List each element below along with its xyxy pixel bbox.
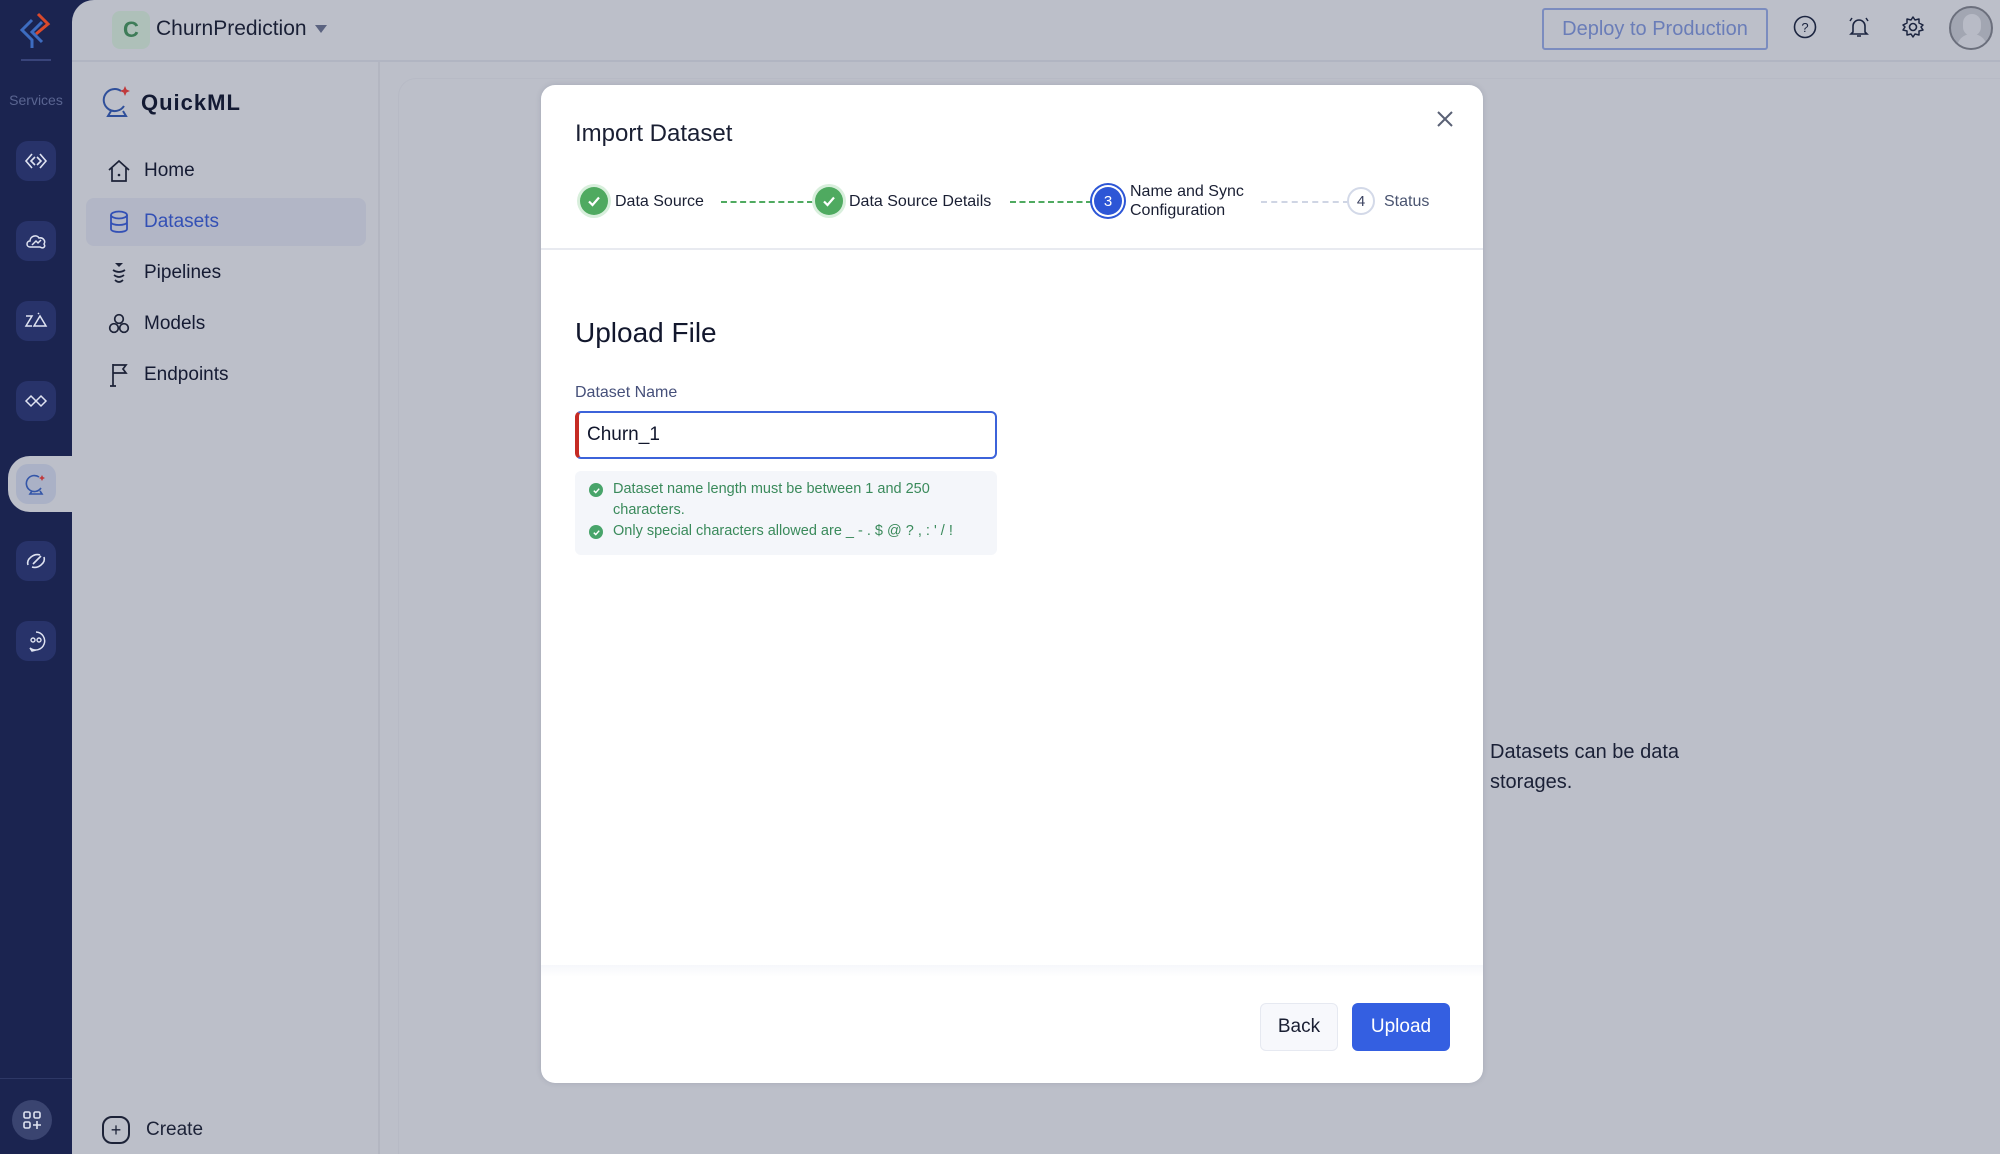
help-icon[interactable]: ? — [1792, 14, 1818, 40]
sidebar-item-label: Home — [144, 160, 195, 181]
services-label: Services — [9, 92, 63, 108]
deploy-to-production-button[interactable]: Deploy to Production — [1542, 8, 1768, 50]
back-button[interactable]: Back — [1260, 1003, 1338, 1051]
plus-icon: + — [102, 1116, 130, 1144]
chat-bot-icon — [29, 631, 46, 652]
sidebar-item-datasets[interactable]: Datasets — [86, 198, 366, 246]
modal-title: Import Dataset — [575, 120, 733, 147]
step-2-label: Data Source Details — [849, 193, 992, 210]
import-dataset-modal: Import Dataset Data Source Data Source D… — [541, 85, 1483, 1083]
create-button[interactable]: + Create — [102, 1112, 203, 1148]
step-connector — [721, 201, 813, 203]
apps-add-icon — [23, 1111, 41, 1129]
rail-item-code[interactable] — [16, 141, 56, 181]
sidebar-item-label: Pipelines — [144, 262, 222, 283]
modal-footer-divider — [541, 965, 1483, 977]
home-icon — [108, 159, 130, 182]
rail-item-chatbot[interactable] — [16, 621, 56, 661]
sidebar-item-endpoints[interactable]: Endpoints — [86, 351, 366, 399]
apps-button[interactable] — [12, 1100, 52, 1140]
quickml-icon — [25, 474, 45, 495]
dataset-name-label: Dataset Name — [575, 384, 678, 401]
integration-icon — [24, 394, 48, 408]
validation-rule-text: Only special characters allowed are _ - … — [613, 523, 953, 539]
cloud-analytics-icon — [26, 235, 46, 249]
models-icon — [108, 313, 130, 334]
chevron-down-icon[interactable] — [315, 25, 327, 33]
rail-item-quickml[interactable] — [16, 464, 56, 504]
project-name[interactable]: ChurnPrediction — [156, 17, 307, 41]
svg-text:?: ? — [1801, 20, 1808, 35]
code-brackets-icon — [24, 153, 48, 169]
pipeline-icon — [112, 263, 126, 283]
quickml-logo-icon — [102, 86, 130, 117]
avatar-head — [1963, 14, 1981, 36]
services-rail: Services — [0, 0, 80, 1154]
datasets-hint-text: Datasets can be data storages. — [1490, 741, 1680, 793]
sidebar-item-home[interactable]: Home — [86, 147, 366, 195]
link-icon — [26, 553, 46, 569]
step-1-check-icon — [580, 187, 608, 215]
step-3-label-line1: Name and Sync — [1130, 183, 1244, 200]
sidebar-item-label: Datasets — [144, 211, 219, 232]
section-title: Upload File — [575, 317, 717, 348]
upload-button[interactable]: Upload — [1352, 1003, 1450, 1051]
flag-icon — [110, 364, 128, 387]
sidebar-item-label: Models — [144, 313, 206, 334]
bell-icon[interactable] — [1846, 14, 1872, 40]
app-sidebar: QuickML Home Datasets Pipelines Models E… — [72, 62, 380, 1154]
step-1-label: Data Source — [615, 193, 704, 210]
close-icon[interactable] — [1431, 105, 1459, 133]
rail-divider — [21, 59, 51, 61]
step-3-label: Name and Sync Configuration — [1130, 182, 1244, 220]
stepper: Data Source Data Source Details 3 Name a… — [541, 175, 1483, 240]
validation-rules: Dataset name length must be between 1 an… — [575, 471, 997, 555]
check-circle-icon — [589, 525, 603, 539]
rail-item-link[interactable] — [16, 541, 56, 581]
catalyst-logo-icon[interactable] — [18, 10, 54, 50]
rail-item-integration[interactable] — [16, 381, 56, 421]
database-icon — [110, 210, 128, 233]
step-3-number: 3 — [1094, 187, 1122, 215]
step-4-label: Status — [1384, 193, 1430, 210]
step-2-check-icon — [815, 187, 843, 215]
zia-icon — [24, 312, 48, 327]
project-badge[interactable]: C — [112, 11, 150, 49]
avatar-body — [1957, 34, 1987, 48]
check-circle-icon — [589, 483, 603, 497]
modal-header-divider — [541, 248, 1483, 250]
validation-rule: Dataset name length must be between 1 an… — [589, 479, 983, 521]
validation-rule: Only special characters allowed are _ - … — [589, 521, 983, 542]
rail-item-cloud[interactable] — [16, 221, 56, 261]
create-label: Create — [146, 1119, 204, 1140]
step-4-number: 4 — [1347, 187, 1375, 215]
gear-icon[interactable] — [1900, 14, 1926, 40]
validation-rule-text: Dataset name length must be between 1 an… — [613, 481, 930, 518]
rail-item-zia[interactable] — [16, 301, 56, 341]
sidebar-item-pipelines[interactable]: Pipelines — [86, 249, 366, 297]
step-connector — [1010, 201, 1092, 203]
sidebar-item-models[interactable]: Models — [86, 300, 366, 348]
step-connector — [1261, 201, 1349, 203]
sidebar-item-label: Endpoints — [144, 364, 229, 385]
dataset-name-input[interactable] — [575, 411, 997, 459]
avatar[interactable] — [1949, 6, 1993, 50]
app-name: QuickML — [141, 90, 241, 115]
top-bar: C ChurnPrediction Deploy to Production ? — [72, 0, 2000, 62]
rail-bottom-divider — [0, 1078, 72, 1079]
step-3-label-line2: Configuration — [1130, 202, 1226, 219]
